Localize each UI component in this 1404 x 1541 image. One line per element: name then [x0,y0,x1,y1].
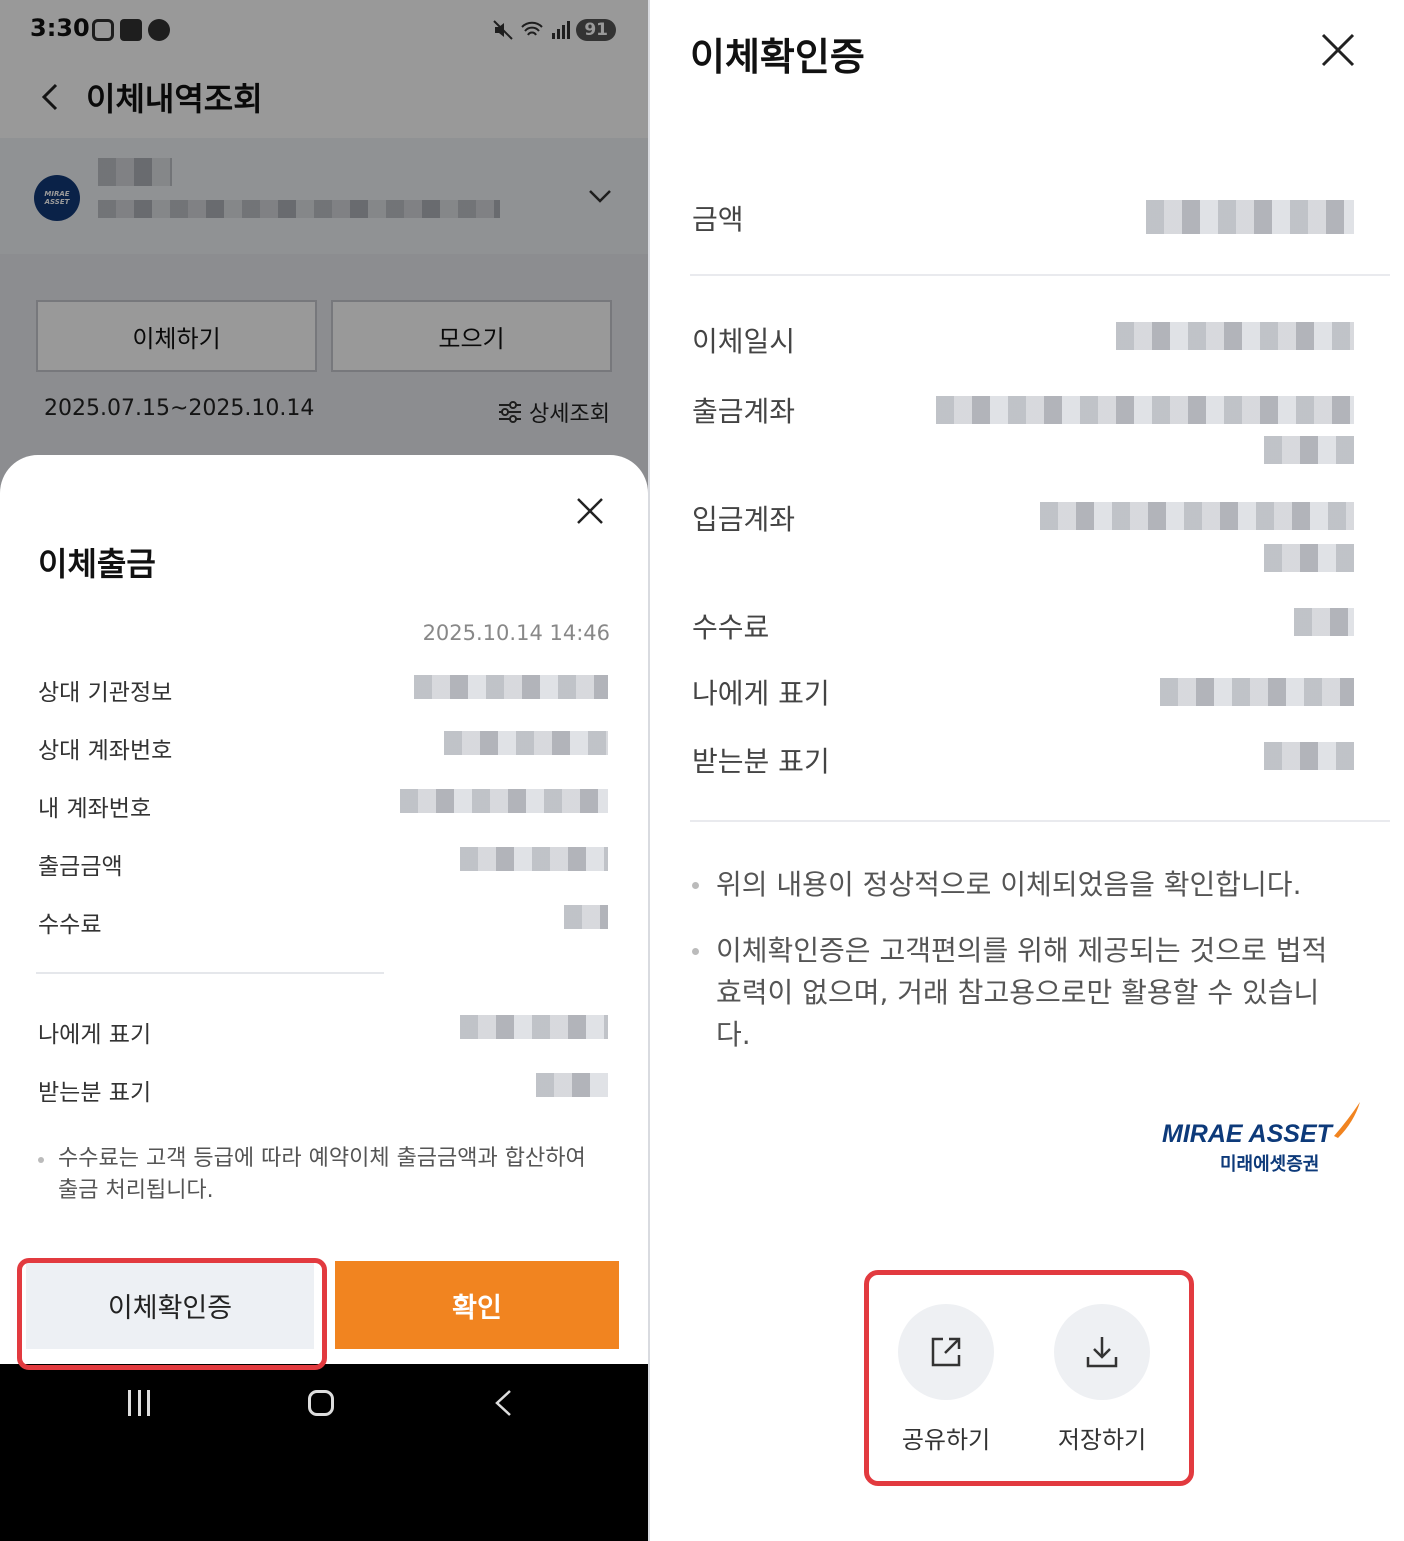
row-label: 수수료 [38,912,102,938]
transfer-datetime: 2025.10.14 14:46 [422,621,610,645]
redacted-value [1264,436,1354,464]
highlight-box [17,1258,327,1370]
redacted-value [1264,544,1354,572]
row-label: 나에게 표기 [692,677,830,710]
divider [690,820,1390,822]
redacted-value [400,789,608,813]
row-label: 수수료 [692,611,770,644]
redacted-value [444,731,608,755]
row-label: 금액 [692,203,744,236]
redacted-value [460,847,608,871]
redacted-value [1160,678,1354,706]
system-nav-bar [0,1364,648,1541]
row-label: 상대 기관정보 [38,680,173,706]
redacted-value [460,1015,608,1039]
row-label: 이체일시 [692,325,796,358]
redacted-value [414,675,608,699]
redacted-value [1040,502,1354,530]
divider [36,972,384,974]
row-label: 상대 계좌번호 [38,738,173,764]
transfer-bottom-sheet: 이체출금 2025.10.14 14:46 상대 기관정보 상대 계좌번호 내 … [0,455,648,1364]
mirae-asset-logo: MIRAE ASSET 미래에셋증권 [1162,1100,1372,1180]
row-label: 출금계좌 [692,395,796,428]
certificate-panel: 이체확인증 금액 이체일시 출금계좌 입금계좌 수수료 나에게 표기 받는분 표… [650,0,1404,1541]
confirm-button[interactable]: 확인 [335,1261,619,1349]
recents-icon[interactable] [128,1390,150,1416]
left-panel: 3:30 91 이체내역조회 MIRAE ASSET 이체하기 모으기 2025.… [0,0,648,1541]
redacted-value [1116,322,1354,350]
row-label: 출금금액 [38,854,123,880]
nav-back-icon[interactable] [492,1388,514,1418]
highlight-box [864,1270,1194,1486]
home-icon[interactable] [308,1390,334,1416]
fee-note: 수수료는 고객 등급에 따라 예약이체 출금금액과 합산하여 출금 처리됩니다. [38,1143,598,1207]
divider [690,274,1390,276]
logo-swoosh-icon [1334,1102,1360,1138]
close-icon[interactable] [574,495,606,527]
sheet-title: 이체출금 [38,545,156,583]
row-label: 입금계좌 [692,503,796,536]
redacted-value [1294,608,1354,636]
row-label: 내 계좌번호 [38,796,152,822]
certificate-title: 이체확인증 [690,35,865,79]
disclaimer-note: 이체확인증은 고객편의를 위해 제공되는 것으로 법적 효력이 없으며, 거래 … [692,930,1342,1056]
row-label: 받는분 표기 [38,1080,152,1106]
redacted-value [936,396,1354,424]
redacted-value [1264,742,1354,770]
row-label: 받는분 표기 [692,745,830,778]
confirmation-note: 위의 내용이 정상적으로 이체되었음을 확인합니다. [692,864,1342,906]
redacted-value [1146,200,1354,234]
close-icon[interactable] [1318,30,1358,70]
row-label: 나에게 표기 [38,1022,152,1048]
logo-english: MIRAE ASSET [1162,1120,1332,1148]
redacted-value [564,905,608,929]
redacted-value [536,1073,608,1097]
logo-korean: 미래에셋증권 [1220,1154,1320,1175]
